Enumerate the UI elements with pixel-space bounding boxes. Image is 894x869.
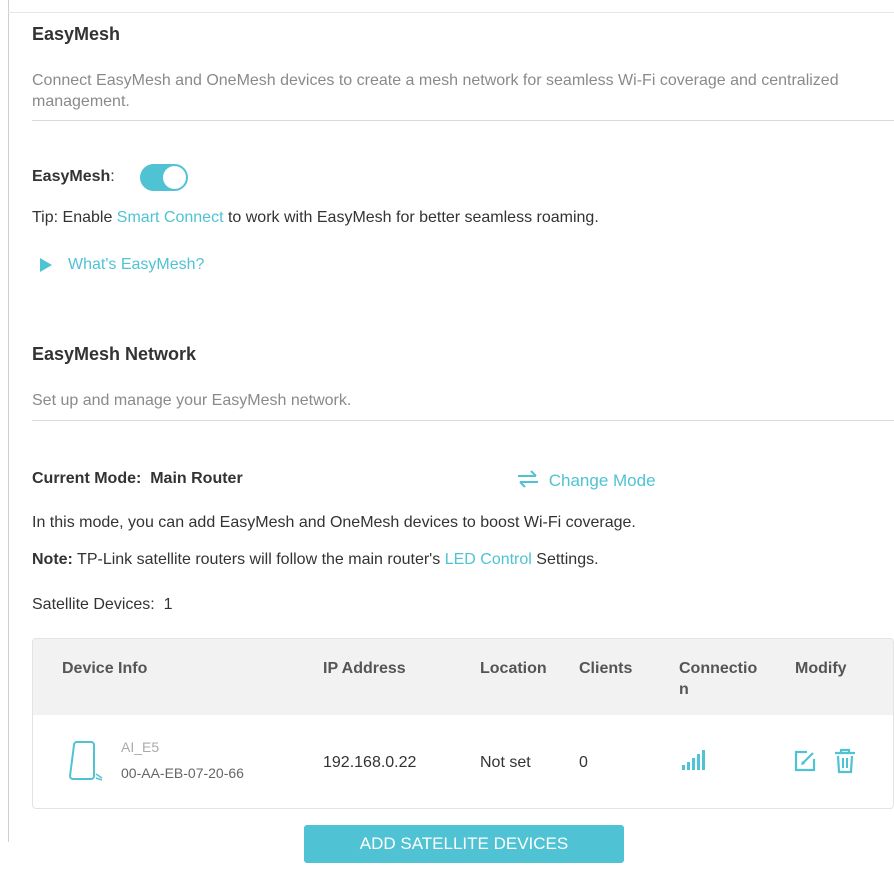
header-connection: Connectio n	[679, 660, 758, 698]
easymesh-title: EasyMesh	[32, 24, 121, 44]
easymesh-toggle[interactable]	[140, 164, 188, 191]
frame-left-border	[8, 0, 9, 842]
current-mode-value: Main Router	[150, 470, 243, 487]
satellite-devices: Satellite Devices: 1	[32, 596, 173, 613]
table-header: Device Info IP Address Location Clients …	[33, 639, 893, 715]
change-mode-button[interactable]: Change Mode	[516, 470, 656, 491]
divider	[32, 420, 894, 421]
divider	[32, 120, 894, 121]
change-mode-label: Change Mode	[548, 471, 656, 490]
network-title: EasyMesh Network	[32, 344, 197, 364]
swap-arrows-icon	[518, 470, 538, 488]
easymesh-toggle-label: EasyMesh:	[32, 168, 115, 185]
whats-easymesh-link[interactable]: What's EasyMesh?	[68, 256, 204, 274]
header-ip-address: IP Address	[323, 660, 406, 677]
header-location: Location	[480, 660, 547, 677]
header-modify: Modify	[795, 660, 847, 677]
easymesh-description: Connect EasyMesh and OneMesh devices to …	[32, 72, 839, 110]
expand-triangle-icon[interactable]	[40, 258, 52, 272]
device-name: AI_E5	[121, 739, 160, 755]
network-description: Set up and manage your EasyMesh network.	[32, 392, 352, 409]
device-mac: 00-AA-EB-07-20-66	[121, 765, 244, 781]
smart-connect-link[interactable]: Smart Connect	[117, 209, 224, 226]
satellite-device-icon	[69, 741, 103, 781]
mode-description: In this mode, you can add EasyMesh and O…	[32, 514, 636, 531]
tip-text: Tip: Enable Smart Connect to work with E…	[32, 209, 599, 226]
device-ip: 192.168.0.22	[323, 754, 417, 771]
toggle-knob	[163, 166, 186, 189]
signal-bars-icon	[682, 750, 705, 770]
device-location: Not set	[480, 754, 531, 771]
current-mode: Current Mode: Main Router	[32, 470, 243, 487]
led-control-link[interactable]: LED Control	[445, 551, 532, 568]
edit-icon[interactable]	[793, 749, 817, 773]
header-clients: Clients	[579, 660, 633, 677]
header-device-info: Device Info	[62, 660, 148, 677]
satellite-count: 1	[163, 596, 173, 613]
delete-icon[interactable]	[833, 748, 857, 774]
satellite-table: Device Info IP Address Location Clients …	[32, 638, 894, 809]
note-text: Note: TP-Link satellite routers will fol…	[32, 551, 599, 568]
device-clients: 0	[579, 754, 588, 771]
frame-top-border	[8, 12, 894, 13]
add-satellite-devices-button[interactable]: ADD SATELLITE DEVICES	[304, 825, 624, 863]
